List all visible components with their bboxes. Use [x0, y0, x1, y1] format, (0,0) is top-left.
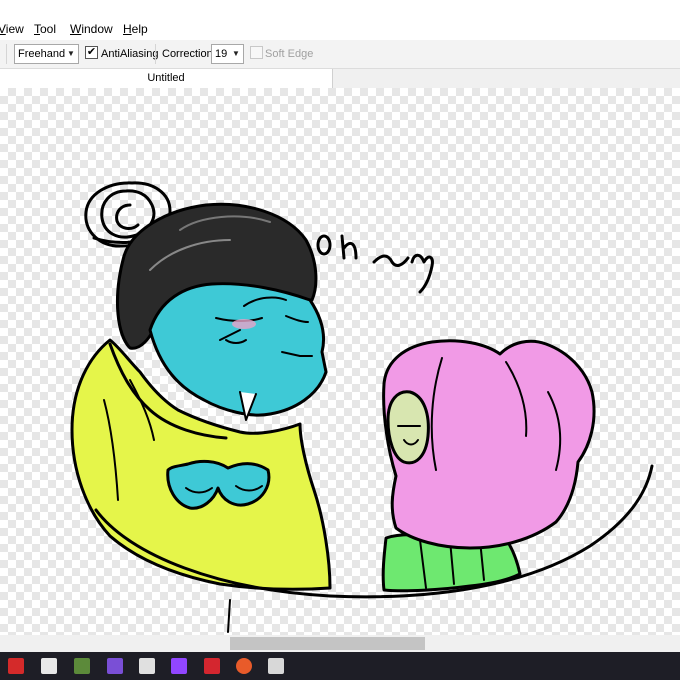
menu-help[interactable]: Help [123, 22, 148, 36]
horizontal-scrollbar[interactable] [0, 635, 680, 652]
audio-icon[interactable] [107, 658, 123, 674]
app-red-icon[interactable] [204, 658, 220, 674]
flag-icon[interactable] [8, 658, 24, 674]
llama-icon[interactable] [41, 658, 57, 674]
correction-select[interactable]: 19 ▼ [211, 44, 244, 64]
os-taskbar [0, 652, 680, 680]
tool-options-bar: Freehand ▼ ✔ AntiAliasing Correction 19 … [0, 40, 680, 69]
minecraft-icon[interactable] [74, 658, 90, 674]
checkmark-icon: ✔ [86, 46, 97, 58]
handwriting-oh-my [316, 234, 434, 294]
menu-view[interactable]: View [0, 22, 24, 36]
drawing-artwork [70, 181, 654, 633]
antialiasing-label: AntiAliasing [101, 48, 159, 60]
correction-value: 19 [215, 48, 228, 60]
soft-edge-checkbox[interactable] [250, 46, 263, 59]
brush-mode-select[interactable]: Freehand ▼ [14, 44, 79, 64]
chevron-down-icon: ▼ [232, 49, 240, 58]
right-character-face [386, 390, 430, 465]
toolbar-separator [155, 44, 156, 64]
antialiasing-checkbox[interactable]: ✔ [85, 46, 98, 59]
soft-edge-label: Soft Edge [265, 48, 314, 60]
document-tab-bar: Untitled [0, 69, 680, 88]
tab-untitled[interactable]: Untitled [0, 69, 333, 88]
drawing-canvas[interactable] [0, 88, 680, 635]
toolbar-separator [6, 44, 7, 64]
scrollbar-thumb[interactable] [230, 637, 425, 650]
chevron-down-icon: ▼ [67, 49, 75, 58]
app-orange-icon[interactable] [236, 658, 252, 674]
menu-tool[interactable]: Tool [34, 22, 56, 36]
store-icon[interactable] [139, 658, 155, 674]
menu-window[interactable]: Window [70, 22, 113, 36]
photo-app-icon[interactable] [268, 658, 284, 674]
brush-mode-value: Freehand [18, 48, 66, 60]
twitch-icon[interactable] [171, 658, 187, 674]
menu-bar: View Tool Window Help [0, 0, 680, 40]
correction-label: Correction [162, 48, 213, 60]
left-character-face [148, 282, 328, 417]
